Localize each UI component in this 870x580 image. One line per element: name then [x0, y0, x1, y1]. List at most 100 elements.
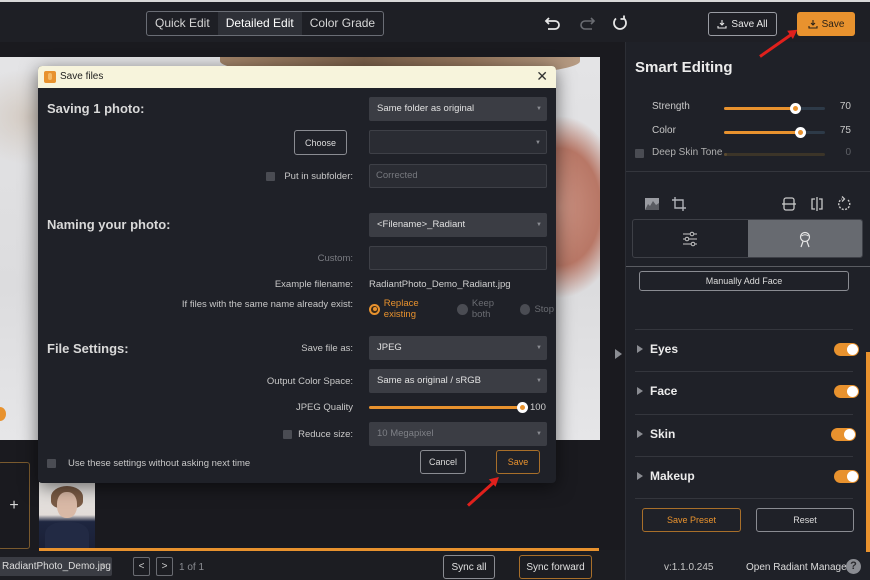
edit-mode-switch: Quick Edit Detailed Edit Color Grade	[146, 11, 385, 36]
page-count: 1 of 1	[179, 562, 205, 573]
custom-name-input[interactable]	[369, 246, 547, 270]
divider	[626, 171, 870, 172]
slider-track[interactable]	[724, 153, 825, 156]
jpeg-quality-slider-track[interactable]	[369, 406, 522, 409]
radio-label[interactable]: Stop	[534, 304, 554, 315]
bottom-bar: RadiantPhoto_Demo.jpg ▼ < > 1 of 1 Sync …	[0, 552, 625, 580]
slider-value: 70	[839, 101, 851, 112]
dialog-save-button[interactable]: Save	[496, 450, 540, 474]
naming-pattern-dropdown[interactable]: <Filename>_Radiant ▼	[369, 213, 547, 237]
reduce-size-checkbox[interactable]	[283, 430, 292, 439]
radio-replace-existing[interactable]	[369, 303, 380, 315]
section-title-saving: Saving 1 photo:	[47, 101, 145, 116]
expand-arrow-icon[interactable]	[637, 387, 643, 395]
sync-all-button[interactable]: Sync all	[443, 555, 495, 579]
feature-label: Face	[650, 384, 678, 398]
undo-icon[interactable]	[544, 14, 562, 32]
panel-scrollbar[interactable]	[866, 352, 870, 552]
download-icon	[808, 20, 818, 29]
jpeg-quality-value: 100	[530, 402, 546, 413]
reset-button[interactable]: Reset	[756, 508, 854, 532]
save-preset-button[interactable]: Save Preset	[642, 508, 741, 532]
tab-adjustments[interactable]	[633, 220, 748, 257]
dropdown-value: 10 Megapixel	[377, 428, 434, 439]
radio-keep-both[interactable]	[457, 303, 468, 315]
expand-arrow-icon[interactable]	[637, 430, 643, 438]
radio-label[interactable]: Keep both	[472, 298, 514, 320]
save-button[interactable]: Save	[797, 12, 855, 36]
choose-folder-button[interactable]: Choose	[294, 130, 347, 155]
prev-photo-button[interactable]: <	[133, 557, 150, 576]
save-location-dropdown[interactable]: Same folder as original ▼	[369, 97, 547, 121]
color-space-dropdown[interactable]: Same as original / sRGB ▼	[369, 369, 547, 393]
makeup-toggle[interactable]	[834, 470, 859, 483]
file-select-dropdown[interactable]: RadiantPhoto_Demo.jpg ▼	[0, 557, 112, 576]
jpeg-quality-slider-handle[interactable]	[517, 402, 528, 413]
deep-skin-tone-checkbox[interactable]	[635, 149, 644, 158]
dropdown-value: <Filename>_Radiant	[377, 219, 466, 230]
app-logo-icon	[44, 71, 56, 83]
cancel-button[interactable]: Cancel	[420, 450, 466, 474]
add-photo-button[interactable]: +	[0, 462, 30, 549]
expand-arrow-icon[interactable]	[637, 345, 643, 353]
slider-handle[interactable]	[794, 127, 806, 138]
subfolder-checkbox[interactable]	[266, 172, 275, 181]
eyes-toggle[interactable]	[834, 343, 859, 356]
feature-row-face[interactable]: Face	[635, 371, 859, 413]
rotate-icon[interactable]	[836, 196, 852, 212]
tab-quick-edit[interactable]: Quick Edit	[147, 12, 218, 35]
divider	[626, 266, 870, 267]
sync-forward-button[interactable]: Sync forward	[519, 555, 592, 579]
reset-icon[interactable]	[611, 14, 629, 32]
help-icon[interactable]: ?	[846, 559, 861, 574]
face-marker[interactable]	[0, 407, 6, 421]
skin-toggle[interactable]	[831, 428, 856, 441]
color-slider[interactable]: Color 75	[626, 124, 870, 140]
crop-icon[interactable]	[671, 196, 687, 212]
file-format-dropdown[interactable]: JPEG ▼	[369, 336, 547, 360]
chevron-down-icon: ▼	[536, 222, 542, 228]
face-icon	[799, 231, 810, 247]
section-title-naming: Naming your photo:	[47, 217, 171, 232]
face-toggle[interactable]	[834, 385, 859, 398]
save-files-dialog: Save files ✕ Saving 1 photo: Same folder…	[38, 66, 556, 483]
tab-color-grade[interactable]: Color Grade	[302, 12, 383, 35]
feature-row-makeup[interactable]: Makeup	[635, 456, 859, 498]
slider-track[interactable]	[724, 127, 825, 138]
slider-label: Strength	[652, 101, 690, 112]
slider-handle[interactable]	[789, 103, 801, 114]
radio-stop[interactable]	[519, 303, 531, 315]
strength-slider[interactable]: Strength 70	[626, 100, 870, 116]
top-toolbar: Quick Edit Detailed Edit Color Grade Sav…	[0, 0, 870, 42]
redo-icon[interactable]	[578, 14, 596, 32]
chevron-down-icon: ▼	[536, 378, 542, 384]
manually-add-face-button[interactable]: Manually Add Face	[639, 271, 849, 291]
slider-track[interactable]	[724, 103, 825, 114]
save-all-label: Save All	[731, 18, 768, 30]
remember-settings-checkbox[interactable]	[47, 459, 56, 468]
dialog-titlebar[interactable]: Save files ✕	[38, 66, 556, 88]
collapse-panel-arrow-icon[interactable]	[615, 349, 622, 359]
flip-vertical-icon[interactable]	[781, 196, 797, 212]
expand-arrow-icon[interactable]	[637, 472, 643, 480]
open-radiant-manager-link[interactable]: Open Radiant Manager	[746, 562, 850, 573]
feature-label: Makeup	[650, 469, 695, 483]
radio-label[interactable]: Replace existing	[384, 298, 451, 320]
tab-face[interactable]	[747, 220, 862, 257]
folder-path-dropdown[interactable]: ▼	[369, 130, 547, 154]
next-photo-button[interactable]: >	[156, 557, 173, 576]
slider-label: Color	[652, 125, 676, 136]
tab-detailed-edit[interactable]: Detailed Edit	[217, 12, 302, 35]
feature-row-eyes[interactable]: Eyes	[635, 329, 859, 371]
compare-icon[interactable]	[809, 196, 825, 212]
histogram-icon[interactable]	[644, 196, 660, 212]
adjustments-icon	[683, 231, 698, 246]
feature-row-skin[interactable]: Skin	[635, 414, 856, 456]
jpeg-quality-label: JPEG Quality	[295, 402, 353, 413]
subfolder-input[interactable]: Corrected	[369, 164, 547, 188]
deep-skin-tone-slider[interactable]: Deep Skin Tone 0	[626, 146, 870, 162]
save-all-button[interactable]: Save All	[708, 12, 777, 36]
photo-thumbnail[interactable]	[39, 482, 95, 548]
close-icon[interactable]: ✕	[536, 68, 548, 85]
reduce-size-dropdown[interactable]: 10 Megapixel ▼	[369, 422, 547, 446]
